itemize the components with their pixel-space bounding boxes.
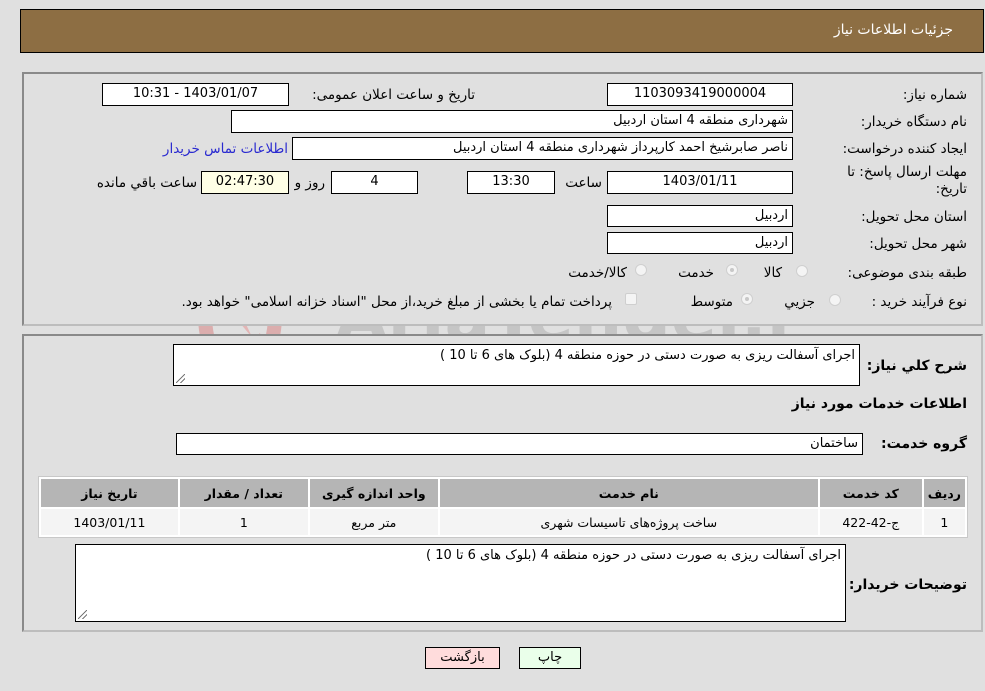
- deadline-time-field[interactable]: 13:30: [467, 171, 555, 194]
- remaining-time-field[interactable]: 02:47:30: [201, 171, 289, 194]
- buyer-notes-textarea[interactable]: اجرای آسفالت ریزی به صورت دستی در حوزه م…: [75, 544, 846, 622]
- city-field[interactable]: اردبیل: [607, 232, 793, 254]
- process-radio-medium[interactable]: [741, 293, 753, 305]
- back-button[interactable]: بازگشت: [425, 647, 500, 669]
- province-label: استان محل تحویل:: [861, 209, 967, 225]
- deadline-label: مهلت ارسال پاسخ: تا تاریخ:: [847, 164, 967, 197]
- cell-need-date: 1403/01/11: [41, 509, 178, 535]
- process-option-medium: متوسط: [690, 294, 733, 310]
- col-service-name: نام خدمت: [439, 479, 818, 507]
- treasury-checkbox[interactable]: [625, 293, 637, 305]
- announce-datetime-field[interactable]: 1403/01/07 - 10:31: [102, 83, 289, 106]
- buyer-contact-link[interactable]: اطلاعات تماس خریدار: [163, 141, 288, 157]
- services-heading: اطلاعات خدمات مورد نیاز: [791, 396, 967, 412]
- resize-grip-icon[interactable]: [176, 374, 185, 383]
- need-number-field[interactable]: 1103093419000004: [607, 83, 793, 106]
- category-option-goods: کالا: [763, 265, 782, 281]
- cell-row-number: 1: [923, 509, 965, 535]
- category-option-service: خدمت: [678, 265, 714, 281]
- category-radio-goods[interactable]: [796, 265, 808, 277]
- deadline-date-field[interactable]: 1403/01/11: [607, 171, 793, 194]
- category-label: طبقه بندی موضوعی:: [847, 265, 967, 281]
- remaining-time-label: ساعت باقي مانده: [96, 175, 197, 191]
- category-radio-goods-service[interactable]: [635, 264, 647, 276]
- process-radio-minor[interactable]: [829, 294, 841, 306]
- summary-text: اجرای آسفالت ریزی به صورت دستی در حوزه م…: [439, 348, 855, 363]
- category-radio-service[interactable]: [726, 264, 738, 276]
- buyer-notes-label: توضیحات خریدار:: [848, 577, 967, 593]
- print-button[interactable]: چاپ: [519, 647, 581, 669]
- days-label: روز و: [294, 175, 325, 191]
- col-service-code: کد خدمت: [819, 479, 922, 507]
- cell-service-name: ساخت پروژه‌های تاسیسات شهری: [439, 509, 818, 535]
- cell-quantity: 1: [179, 509, 308, 535]
- col-need-date: تاریخ نیاز: [41, 479, 178, 507]
- treasury-note: پرداخت تمام یا بخشی از مبلغ خرید،از محل …: [181, 294, 612, 310]
- services-table: ردیف کد خدمت نام خدمت واحد اندازه گیری ت…: [38, 476, 968, 538]
- province-field[interactable]: اردبیل: [607, 205, 793, 227]
- summary-label: شرح کلي نياز:: [866, 358, 967, 374]
- buyer-org-label: نام دستگاه خریدار:: [860, 114, 967, 130]
- deadline-time-label: ساعت: [565, 175, 602, 191]
- service-group-label: گروه خدمت:: [881, 436, 967, 452]
- summary-textarea[interactable]: اجرای آسفالت ریزی به صورت دستی در حوزه م…: [173, 344, 860, 386]
- page-title: جزئیات اطلاعات نیاز: [833, 22, 953, 38]
- resize-grip-icon[interactable]: [78, 610, 87, 619]
- days-remaining-field[interactable]: 4: [331, 171, 418, 194]
- announce-label: تاریخ و ساعت اعلان عمومی:: [312, 87, 475, 103]
- page-header: جزئیات اطلاعات نیاز: [20, 9, 984, 53]
- cell-unit: متر مربع: [309, 509, 438, 535]
- city-label: شهر محل تحویل:: [869, 236, 967, 252]
- col-unit: واحد اندازه گیری: [309, 479, 438, 507]
- service-group-field[interactable]: ساختمان: [176, 433, 863, 455]
- creator-label: ایجاد کننده درخواست:: [842, 141, 967, 157]
- buyer-org-field[interactable]: شهرداری منطقه 4 استان اردبیل: [231, 110, 793, 133]
- cell-service-code: ج-42-422: [819, 509, 922, 535]
- process-label: نوع فرآیند خرید :: [871, 294, 967, 310]
- col-row-number: ردیف: [923, 479, 965, 507]
- need-number-label: شماره نیاز:: [902, 87, 967, 103]
- col-quantity: تعداد / مقدار: [179, 479, 308, 507]
- process-option-minor: جزيي: [784, 294, 815, 310]
- table-row: 1 ج-42-422 ساخت پروژه‌های تاسیسات شهری م…: [41, 509, 965, 535]
- buyer-notes-text: اجرای آسفالت ریزی به صورت دستی در حوزه م…: [425, 548, 841, 563]
- creator-field[interactable]: ناصر صابرشیخ احمد کارپرداز شهرداری منطقه…: [292, 137, 793, 160]
- table-header-row: ردیف کد خدمت نام خدمت واحد اندازه گیری ت…: [41, 479, 965, 507]
- category-option-goods-service: کالا/خدمت: [568, 265, 627, 281]
